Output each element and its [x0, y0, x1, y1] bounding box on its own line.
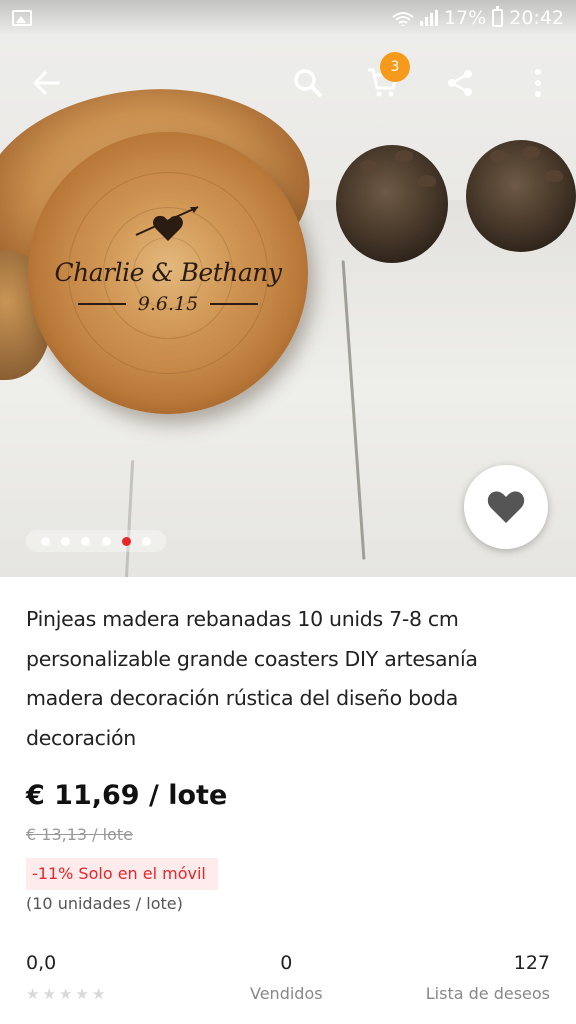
carousel-dot[interactable] [41, 536, 51, 546]
carousel-dot[interactable] [141, 536, 151, 546]
battery-icon [492, 6, 504, 27]
star-icon: ★ [75, 985, 89, 1003]
rating-stars: ★ ★ ★ ★ ★ [26, 986, 105, 1002]
carousel-dot[interactable] [101, 536, 111, 546]
star-icon: ★ [42, 985, 56, 1003]
product-info: Pinjeas madera rebanadas 10 unids 7-8 cm… [26, 600, 556, 913]
star-icon: ★ [58, 985, 73, 1003]
heart-icon [487, 491, 525, 523]
wifi-icon [392, 10, 414, 26]
sold-stat: 0 Vendidos [250, 952, 323, 1003]
sold-value: 0 [280, 952, 293, 974]
battery-percent: 17% [444, 7, 487, 29]
top-toolbar [0, 52, 576, 116]
lot-units: (10 unidades / lote) [26, 894, 183, 913]
carousel-dot-active[interactable] [121, 536, 131, 546]
carousel-dot[interactable] [61, 536, 71, 546]
search-button[interactable] [280, 52, 336, 114]
star-icon: ★ [91, 985, 106, 1003]
back-button[interactable] [18, 52, 74, 114]
wishlist-label: Lista de deseos [425, 984, 550, 1003]
clock-time: 20:42 [509, 7, 564, 29]
pine-cone-right [466, 140, 576, 252]
signal-icon [420, 10, 438, 26]
cart-count-badge: 3 [380, 52, 410, 82]
more-options-button[interactable] [510, 52, 566, 114]
more-vert-icon [535, 69, 541, 97]
carousel-dot[interactable] [81, 536, 91, 546]
wishlist-button[interactable] [464, 465, 548, 549]
sold-label: Vendidos [250, 984, 323, 1003]
carousel-indicator[interactable] [26, 530, 166, 552]
status-bar: 17% 20:42 [0, 0, 576, 36]
pine-cone-left [336, 145, 448, 263]
product-price: € 11,69 / lote [26, 780, 228, 811]
engraving: Charlie & Bethany 9.6.15 [28, 132, 308, 414]
engraving-names: Charlie & Bethany [54, 258, 282, 287]
share-icon [448, 70, 472, 96]
original-price: € 13,13 / lote [26, 825, 133, 844]
product-stats: 0,0 ★ ★ ★ ★ ★ 0 Vendidos 127 Lista de deseos [26, 952, 550, 1012]
product-title: Pinjeas madera rebanadas 10 unids 7-8 cm… [26, 607, 478, 750]
share-button[interactable] [432, 52, 488, 114]
star-icon: ★ [26, 985, 40, 1003]
engraving-date: 9.6.15 [137, 293, 199, 315]
rating-stat[interactable]: 0,0 ★ ★ ★ ★ ★ [26, 952, 105, 1002]
mobile-discount-badge: -11% Solo en el móvil [26, 858, 218, 890]
rating-value: 0,0 [26, 952, 57, 974]
wishlist-stat[interactable]: 127 Lista de deseos [426, 952, 550, 1003]
image-notification-icon [12, 10, 32, 26]
wishlist-value: 127 [513, 952, 550, 974]
heart-arrow-engraving-icon [132, 201, 204, 252]
search-icon [294, 69, 323, 98]
back-arrow-icon [32, 70, 60, 96]
